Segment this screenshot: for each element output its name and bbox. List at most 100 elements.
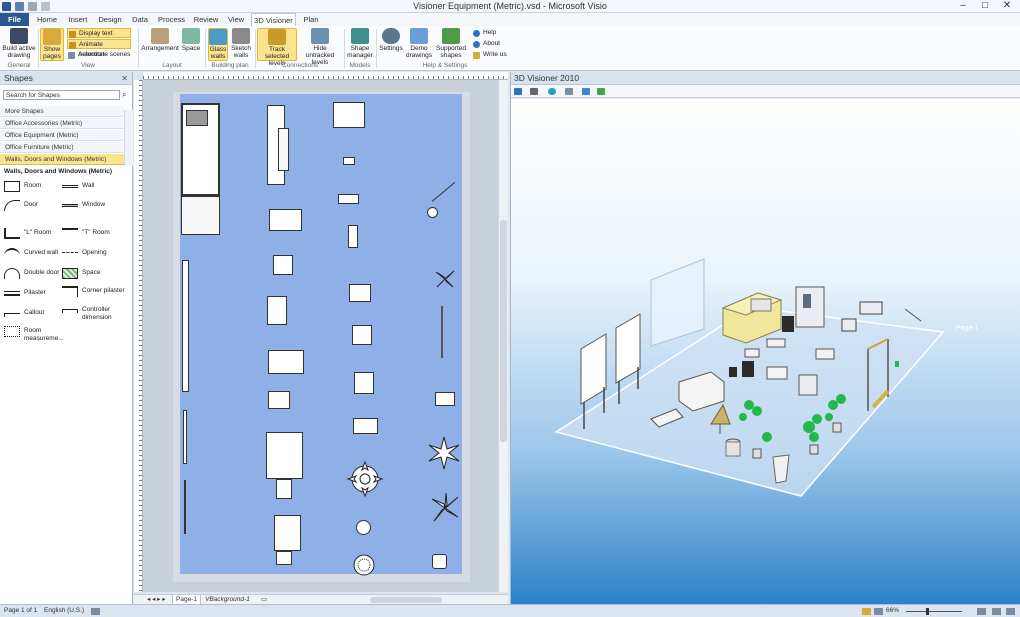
shape-scanner[interactable] <box>268 350 304 374</box>
stencil-office-equipment[interactable]: Office Equipment (Metric) <box>0 130 124 141</box>
drawing-page[interactable] <box>180 94 462 574</box>
zoom-slider-thumb[interactable] <box>926 608 929 615</box>
shape-plant-palm[interactable] <box>428 491 462 525</box>
autorotate-scenes-button[interactable]: Autorotate scenes <box>67 50 135 60</box>
master-callout[interactable]: Callout <box>4 308 64 322</box>
shape-laminator-output[interactable] <box>276 551 292 565</box>
close-panel-button[interactable]: ✕ <box>121 72 128 85</box>
master-room-measurement[interactable]: Room measureme... <box>4 326 70 344</box>
shape-plant-star[interactable] <box>427 436 461 470</box>
shape-shelf-door[interactable] <box>278 128 289 171</box>
macro-icon[interactable] <box>91 608 100 615</box>
page-indicator[interactable]: Page 1 of 1 <box>4 605 37 617</box>
shape-projector[interactable] <box>352 325 372 345</box>
master-double-door[interactable]: Double door <box>4 268 64 282</box>
shape-copier-medium[interactable] <box>266 432 303 479</box>
language-indicator[interactable]: English (U.S.) <box>44 605 84 617</box>
camera-icon[interactable] <box>548 88 556 95</box>
tab-3d-visioner[interactable]: 3D Visioner <box>251 13 296 26</box>
vertical-scrollbar[interactable] <box>498 80 508 592</box>
glass-walls-button[interactable]: Glass walls <box>208 28 228 61</box>
master-door[interactable]: Door <box>4 200 64 216</box>
space-button[interactable]: Space <box>180 28 202 52</box>
master-wall[interactable]: Wall <box>62 181 128 195</box>
fit-view-icon[interactable] <box>582 88 590 95</box>
track-selected-levels-button[interactable]: Track selected levels <box>257 28 297 67</box>
shape-cash-register[interactable] <box>349 284 371 302</box>
tab-review[interactable]: Review <box>191 13 221 26</box>
shape-telephone-tall[interactable] <box>348 225 358 248</box>
print-icon[interactable] <box>530 88 538 95</box>
minimize-button[interactable]: – <box>952 0 974 12</box>
close-button[interactable]: ✕ <box>996 0 1018 12</box>
stencil-walls-doors-windows[interactable]: Walls, Doors and Windows (Metric) <box>0 154 124 165</box>
shape-copier-tray[interactable] <box>181 196 220 235</box>
tab-home[interactable]: Home <box>33 13 61 26</box>
build-active-drawing-button[interactable]: Build active drawing <box>1 28 37 59</box>
shape-whiteboard-2[interactable] <box>183 410 187 464</box>
supported-shapes-button[interactable]: Supported shapes <box>435 28 467 59</box>
pan-zoom-icon[interactable] <box>1006 608 1015 615</box>
shape-printer-small[interactable] <box>273 255 293 275</box>
demo-drawings-button[interactable]: Demo drawings <box>404 28 434 59</box>
shape-display-panel[interactable] <box>186 110 208 126</box>
maximize-button[interactable]: □ <box>974 0 996 12</box>
3d-scene[interactable]: Page-1 <box>511 99 1020 604</box>
master-corner-pilaster[interactable]: Corner pilaster <box>62 286 128 302</box>
arrangement-button[interactable]: Arrangement <box>141 28 179 52</box>
shape-laminator[interactable] <box>274 515 301 551</box>
tab-design[interactable]: Design <box>95 13 125 26</box>
shape-trash-can-round[interactable] <box>356 520 371 535</box>
shape-water-cooler[interactable] <box>354 372 374 394</box>
shape-whiteboard-1[interactable] <box>182 260 189 392</box>
save-view-icon[interactable] <box>514 88 522 95</box>
search-shapes-input[interactable]: Search for Shapes <box>3 90 120 100</box>
help-button[interactable]: Help <box>472 28 512 38</box>
master-controller-dimension[interactable]: Controller dimension <box>62 305 128 323</box>
fit-page-icon[interactable] <box>977 608 986 615</box>
master-window[interactable]: Window <box>62 200 128 214</box>
master-l-room[interactable]: "L" Room <box>4 228 64 242</box>
shape-keyboard[interactable] <box>343 157 355 165</box>
master-curved-wall[interactable]: Curved wall <box>4 248 64 262</box>
shape-paper-shredder[interactable] <box>435 392 455 406</box>
shape-manager-button[interactable]: Shape manager <box>346 28 374 59</box>
full-screen-icon[interactable] <box>862 608 871 615</box>
about-button[interactable]: About <box>472 39 512 49</box>
master-pilaster[interactable]: Pilaster <box>4 288 64 302</box>
view-mode-icon[interactable] <box>565 88 573 95</box>
shape-plant-large[interactable] <box>344 458 386 500</box>
tab-insert[interactable]: Insert <box>64 13 92 26</box>
zoom-slider[interactable] <box>906 611 962 612</box>
master-opening[interactable]: Opening <box>62 248 128 262</box>
sketch-walls-button[interactable]: Sketch walls <box>230 28 252 59</box>
tab-file[interactable]: File <box>0 13 29 26</box>
animate-selection-button[interactable]: Animate selection <box>67 39 131 58</box>
stencil-more-shapes[interactable]: More Shapes <box>0 106 124 117</box>
shape-lamp[interactable] <box>427 207 438 218</box>
presentation-icon[interactable] <box>874 608 883 615</box>
master-t-room[interactable]: "T" Room <box>62 228 128 242</box>
tab-data[interactable]: Data <box>128 13 152 26</box>
shape-computer-desk[interactable] <box>333 102 365 128</box>
search-icon[interactable]: ⌕ <box>122 90 131 100</box>
hide-untracked-levels-button[interactable]: Hide untracked levels <box>299 28 341 66</box>
stencil-office-accessories[interactable]: Office Accessories (Metric) <box>0 118 124 129</box>
shape-card-reader[interactable] <box>338 194 359 204</box>
stencil-scrollbar[interactable] <box>124 110 133 166</box>
walk-mode-icon[interactable] <box>597 88 605 95</box>
horizontal-scroll-thumb[interactable] <box>370 597 442 603</box>
shape-trash-can-square[interactable] <box>432 554 447 569</box>
shape-coat-rack[interactable] <box>441 306 443 358</box>
shape-partition[interactable] <box>184 480 186 534</box>
switch-windows-icon[interactable] <box>992 608 1001 615</box>
shape-plant-small[interactable] <box>434 268 456 290</box>
master-space[interactable]: Space <box>62 268 128 282</box>
stencil-office-furniture[interactable]: Office Furniture (Metric) <box>0 142 124 153</box>
vertical-scroll-thumb[interactable] <box>500 220 507 442</box>
shape-answering-machine[interactable] <box>353 418 378 434</box>
settings-button[interactable]: Settings <box>378 28 404 52</box>
shape-monitor-1[interactable] <box>267 296 287 325</box>
master-room[interactable]: Room <box>4 181 64 195</box>
shape-copier-output[interactable] <box>276 479 292 499</box>
